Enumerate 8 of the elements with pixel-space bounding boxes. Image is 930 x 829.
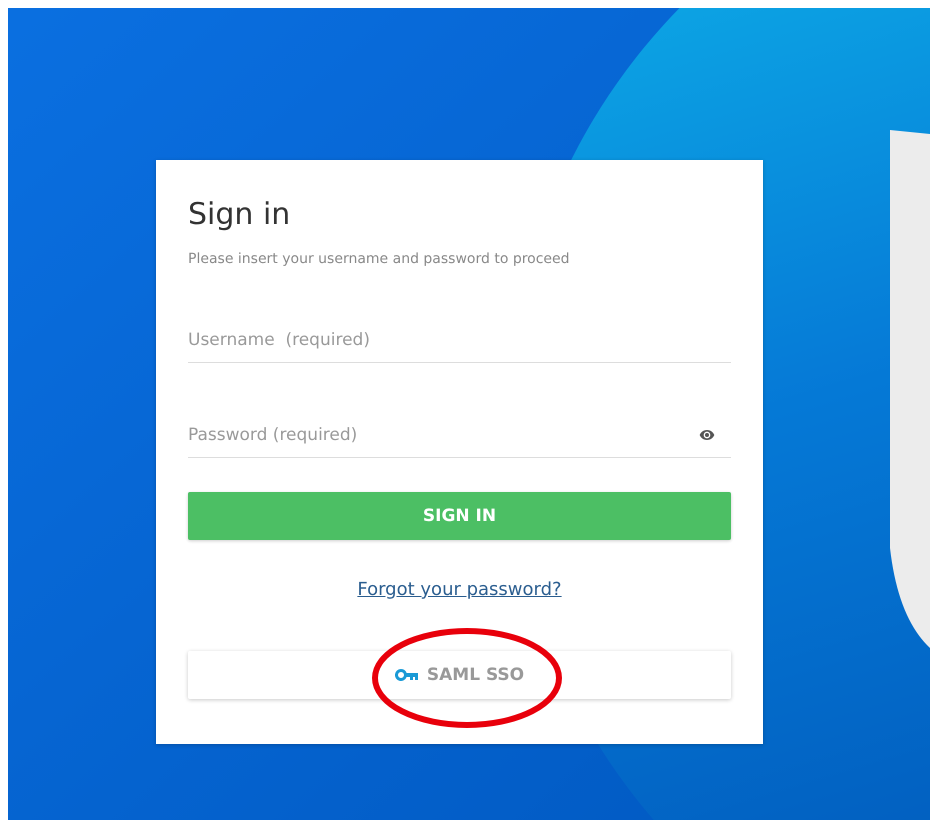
sign-in-button[interactable]: SIGN IN	[188, 492, 731, 540]
key-icon	[394, 669, 419, 681]
saml-sso-button[interactable]: SAML SSO	[188, 651, 731, 699]
input-field[interactable]: Username (required)	[188, 330, 731, 350]
card-subtitle: Please insert your username and password to proceed	[188, 250, 571, 268]
input-field[interactable]: Password (required)	[188, 425, 695, 445]
card-title: Sign in	[188, 196, 292, 234]
forgot-password-link[interactable]: Forgot your password?	[357, 579, 562, 600]
